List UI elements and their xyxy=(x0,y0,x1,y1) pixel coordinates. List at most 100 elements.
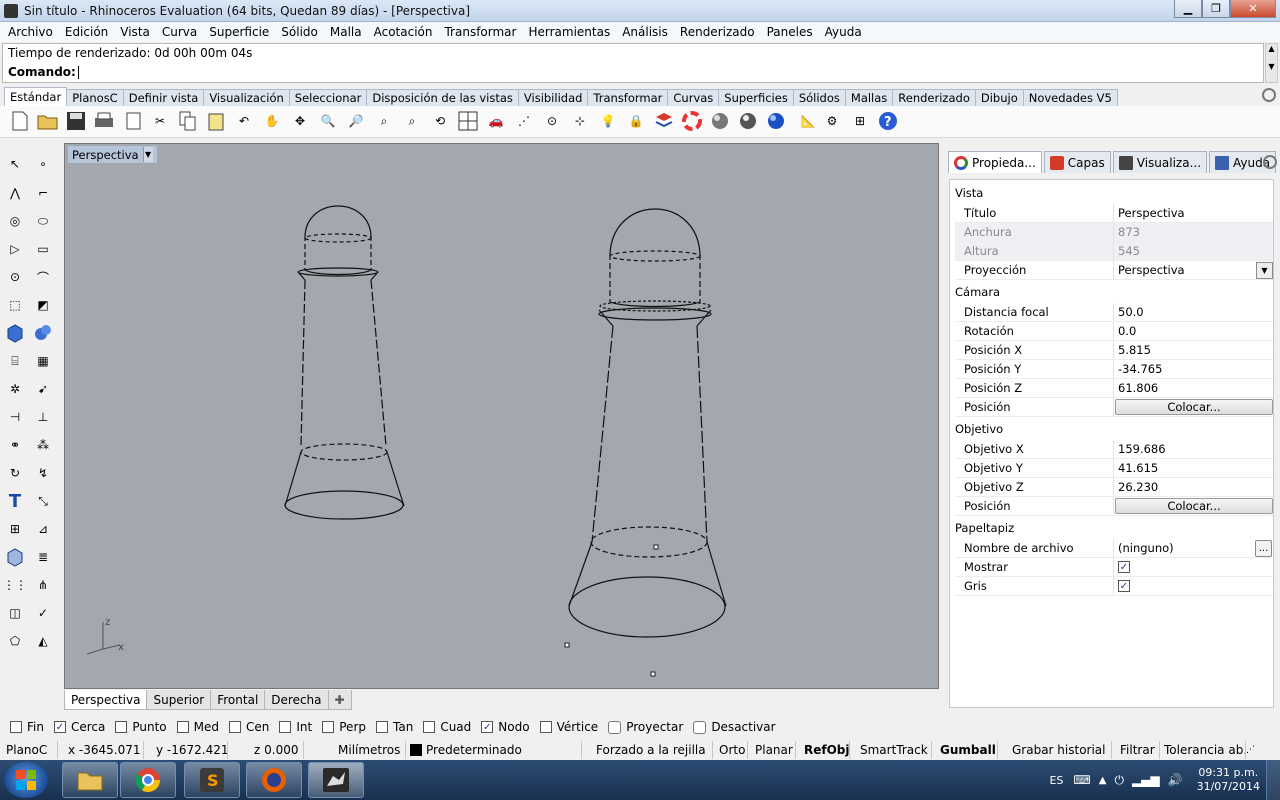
minimize-button[interactable]: ▁ xyxy=(1174,0,1202,18)
clock[interactable]: 09:31 p.m. 31/07/2014 xyxy=(1197,766,1260,794)
viewport-menu-arrow-icon[interactable]: ▼ xyxy=(142,147,153,162)
circle-tool-icon[interactable]: ◎ xyxy=(3,209,27,233)
osnap-punto-checkbox[interactable] xyxy=(115,721,128,733)
status-filter[interactable]: Filtrar xyxy=(1112,741,1160,759)
status-smarttrack[interactable]: SmartTrack xyxy=(850,741,932,759)
fillet-curve-icon[interactable]: ⌒ xyxy=(31,265,55,289)
paint-bucket-icon[interactable]: ◭ xyxy=(31,629,55,653)
new-file-icon[interactable] xyxy=(8,109,32,133)
menu-vista[interactable]: Vista xyxy=(114,25,156,39)
status-cplane[interactable]: PlanoC xyxy=(0,741,58,759)
osnap-perp-checkbox[interactable] xyxy=(322,721,335,733)
tab-visibilidad[interactable]: Visibilidad xyxy=(517,89,589,106)
status-planar[interactable]: Planar xyxy=(748,741,796,759)
maximize-button[interactable]: ❐ xyxy=(1202,0,1230,18)
menu-edicion[interactable]: Edición xyxy=(59,25,114,39)
osnap-cerca-checkbox[interactable]: ✓ xyxy=(53,721,66,733)
points-on-icon[interactable]: ⁂ xyxy=(31,433,55,457)
taskbar-explorer[interactable] xyxy=(62,762,118,798)
menu-paneles[interactable]: Paneles xyxy=(761,25,819,39)
status-tolerance[interactable]: Tolerancia ab... xyxy=(1160,741,1246,759)
material-sphere-icon[interactable] xyxy=(764,109,788,133)
menu-solido[interactable]: Sólido xyxy=(275,25,324,39)
prop-value-pos-z[interactable]: 61.806 xyxy=(1113,379,1273,397)
zoom-selected-icon[interactable]: ⌕ xyxy=(400,109,424,133)
osnap-cuad-checkbox[interactable] xyxy=(423,721,436,733)
zoom-icon[interactable]: 🔍 xyxy=(316,109,340,133)
osnap-perp[interactable]: Perp xyxy=(322,720,366,734)
menu-transformar[interactable]: Transformar xyxy=(438,25,522,39)
osnap-cen[interactable]: Cen xyxy=(229,720,269,734)
polyline-icon[interactable]: ⋀ xyxy=(3,181,27,205)
viewport-title[interactable]: Perspectiva ▼ xyxy=(68,146,157,163)
toolbar-gear-icon[interactable] xyxy=(1262,88,1276,102)
osnap-cerca[interactable]: ✓ Cerca xyxy=(53,720,105,734)
flow-icon[interactable]: ➹ xyxy=(31,377,55,401)
osnap-fin[interactable]: Fin xyxy=(10,720,44,734)
viewport-tab-derecha[interactable]: Derecha xyxy=(264,690,329,710)
trim-icon[interactable]: ⊥ xyxy=(31,405,55,429)
status-gumball[interactable]: Gumball xyxy=(932,741,998,759)
select-filter-icon[interactable]: ⋰ xyxy=(512,109,536,133)
prop-value-pos-x[interactable]: 5.815 xyxy=(1113,341,1273,359)
mostrar-checkbox[interactable]: ✓ xyxy=(1118,561,1130,573)
camera-place-button[interactable]: Colocar... xyxy=(1115,399,1273,415)
rotate-tool-icon[interactable]: ↻ xyxy=(3,461,27,485)
status-orto[interactable]: Orto xyxy=(713,741,748,759)
taskbar-chrome[interactable] xyxy=(120,762,176,798)
lock-icon[interactable]: 🔒 xyxy=(624,109,648,133)
add-viewport-tab-icon[interactable]: ✚ xyxy=(327,690,352,710)
tab-definir-vista[interactable]: Definir vista xyxy=(122,89,205,106)
dropdown-arrow-icon[interactable]: ▼ xyxy=(1256,262,1273,279)
boolean-union-icon[interactable] xyxy=(31,321,55,345)
color-wheel-icon[interactable] xyxy=(680,109,704,133)
volume-icon[interactable]: 🔊 xyxy=(1168,773,1183,787)
tab-dibujo[interactable]: Dibujo xyxy=(974,89,1024,106)
scale-tool-icon[interactable]: ⤡ xyxy=(31,489,55,513)
ellipse-tool-icon[interactable]: ⬭ xyxy=(31,209,55,233)
light-bulb-icon[interactable]: 💡 xyxy=(596,109,620,133)
viewport-layout-icon[interactable] xyxy=(456,109,480,133)
prop-value-titulo[interactable]: Perspectiva xyxy=(1113,204,1273,222)
prop-value-obj-z[interactable]: 26.230 xyxy=(1113,478,1273,496)
viewport-tab-frontal[interactable]: Frontal xyxy=(210,690,266,710)
tab-renderizado[interactable]: Renderizado xyxy=(892,89,976,106)
analyze-icon[interactable]: 📐 xyxy=(796,109,820,133)
tab-visualizacion[interactable]: Visualización xyxy=(203,89,290,106)
import-icon[interactable] xyxy=(122,109,146,133)
menu-herramientas[interactable]: Herramientas xyxy=(522,25,616,39)
tab-planosc[interactable]: PlanosC xyxy=(66,89,124,106)
undo-view-icon[interactable]: ⟲ xyxy=(428,109,452,133)
osnap-cen-checkbox[interactable] xyxy=(229,721,242,733)
osnap-med-checkbox[interactable] xyxy=(176,721,189,733)
cylinder-icon[interactable]: ⌸ xyxy=(3,349,27,373)
network-signal-icon[interactable]: ▂▄▆ xyxy=(1132,773,1160,787)
command-area[interactable]: Tiempo de renderizado: 0d 00h 00m 04s Co… xyxy=(2,43,1264,83)
start-button[interactable] xyxy=(4,762,48,798)
prop-value-obj-x[interactable]: 159.686 xyxy=(1113,440,1273,458)
menu-ayuda[interactable]: Ayuda xyxy=(819,25,868,39)
unroll-icon[interactable]: ◫ xyxy=(3,601,27,625)
osnap-int-checkbox[interactable] xyxy=(279,721,292,733)
osnap-cuad[interactable]: Cuad xyxy=(423,720,471,734)
taskbar-rhino[interactable] xyxy=(308,762,364,798)
viewport-tab-perspectiva[interactable]: Perspectiva xyxy=(64,690,148,710)
grid-array-icon[interactable]: ⋮⋮ xyxy=(3,573,27,597)
osnap-tan[interactable]: Tan xyxy=(376,720,413,734)
osnap-proyectar[interactable]: Proyectar xyxy=(608,720,683,734)
keyboard-icon[interactable]: ⌨ xyxy=(1073,773,1090,787)
open-folder-icon[interactable] xyxy=(36,109,60,133)
menu-archivo[interactable]: Archivo xyxy=(2,25,59,39)
osnap-nodo[interactable]: ✓ Nodo xyxy=(481,720,530,734)
status-units[interactable]: Milímetros xyxy=(304,741,406,759)
text-tool-icon[interactable]: T xyxy=(3,489,27,513)
status-layer[interactable]: Predeterminado xyxy=(406,741,582,759)
tab-superficies[interactable]: Superficies xyxy=(718,89,794,106)
osnap-icon[interactable]: ⊞ xyxy=(848,109,872,133)
osnap-tan-checkbox[interactable] xyxy=(376,721,388,733)
menu-renderizado[interactable]: Renderizado xyxy=(674,25,761,39)
point-icon[interactable]: ⊙ xyxy=(540,109,564,133)
tab-curvas[interactable]: Curvas xyxy=(667,89,720,106)
surface-tools-icon[interactable]: ⬠ xyxy=(3,629,27,653)
panel-tab-properties[interactable]: Propieda... xyxy=(948,151,1042,173)
